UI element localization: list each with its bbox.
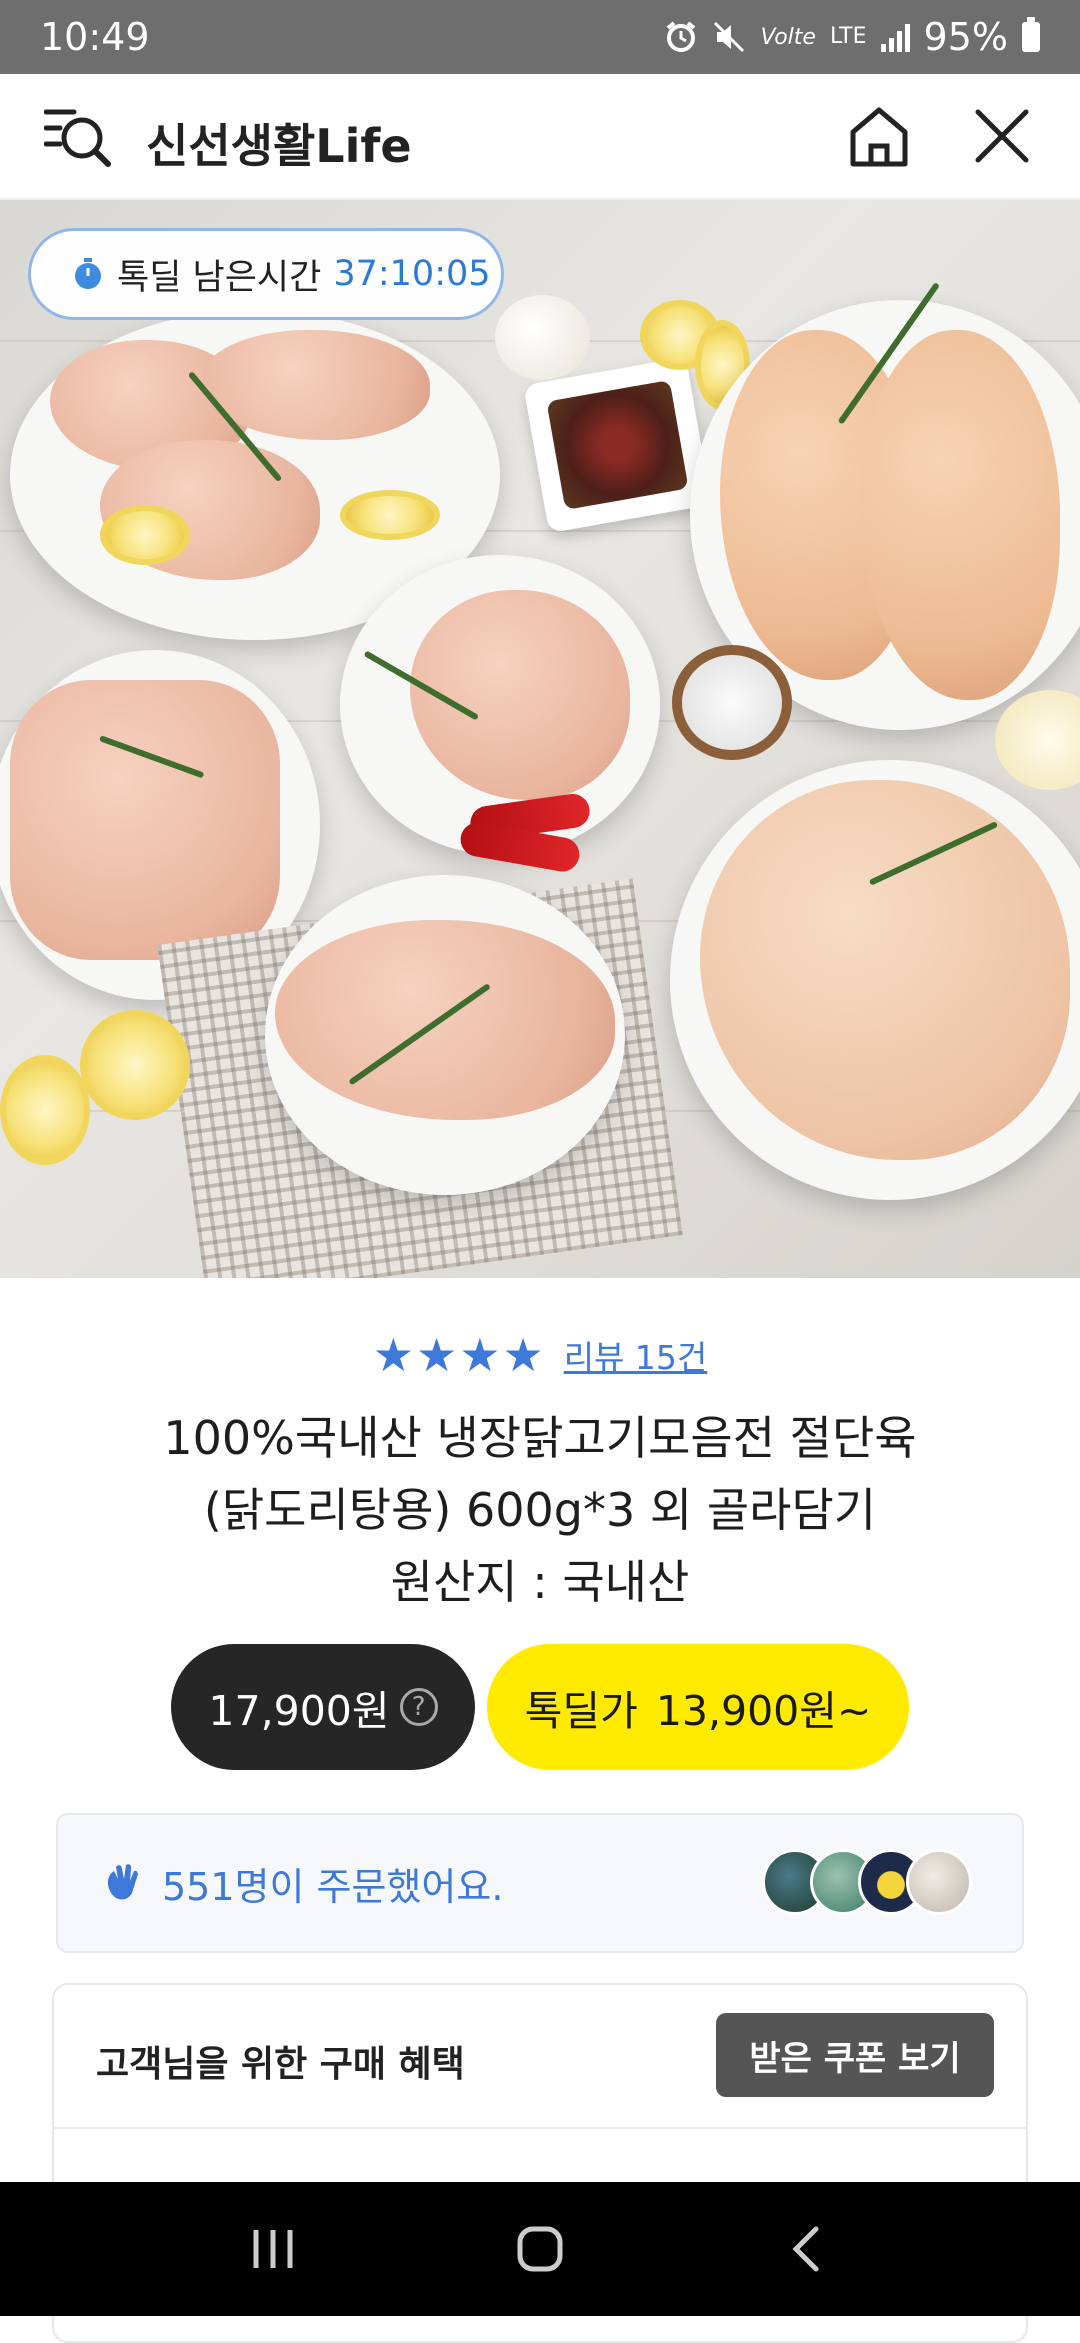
order-count-card: 551명이 주문했어요. — [56, 1813, 1024, 1953]
timer-value: 37:10:05 — [333, 254, 491, 294]
back-icon — [792, 2226, 819, 2272]
status-icons: Volte LTE 95% — [664, 15, 1040, 59]
buyer-avatars — [762, 1849, 972, 1915]
normal-price-button[interactable]: 17,900원 ? — [171, 1644, 475, 1770]
product-title: 100%국내산 냉장닭고기모음전 절단육 (닭도리탕용) 600g*3 외 골라… — [60, 1402, 1020, 1618]
status-bar: 10:49 Volte LTE 95% — [0, 0, 1080, 74]
app-header: 신선생활Life — [0, 74, 1080, 200]
product-image[interactable] — [0, 200, 1080, 1278]
price-row: 17,900원 ? 톡딜가 13,900원~ — [0, 1644, 1080, 1770]
home-nav-icon — [517, 2226, 563, 2272]
deal-price-button[interactable]: 톡딜가 13,900원~ — [487, 1644, 909, 1770]
signal-icon — [880, 22, 910, 52]
recent-apps-button[interactable] — [233, 2214, 313, 2284]
stopwatch-icon — [75, 258, 101, 289]
battery-percent: 95% — [923, 15, 1008, 59]
rating-stars: ★★★★ — [372, 1328, 546, 1382]
benefit-title: 고객님을 위한 구매 혜택 — [96, 2044, 465, 2085]
back-button[interactable] — [767, 2214, 847, 2284]
lte-indicator: LTE — [829, 24, 867, 49]
system-navigation-bar — [0, 2182, 1080, 2316]
mute-icon — [714, 21, 745, 53]
status-time: 10:49 — [40, 15, 150, 59]
help-icon[interactable]: ? — [399, 1688, 438, 1726]
normal-price: 17,900원 — [208, 1687, 390, 1735]
product-origin: 원산지 : 국내산 — [390, 1555, 690, 1609]
volte-indicator: Volte — [760, 24, 816, 50]
product-title-line: 100%국내산 냉장닭고기모음전 절단육 — [163, 1411, 917, 1465]
review-link[interactable]: 리뷰 15건 — [564, 1331, 708, 1379]
alarm-icon — [667, 21, 696, 52]
deal-timer-badge: 톡딜 남은시간 37:10:05 — [28, 228, 504, 320]
battery-icon — [1022, 17, 1040, 52]
app-title: 신선생활Life — [146, 119, 412, 173]
divider — [54, 2127, 1026, 2129]
order-count-text: 551명이 주문했어요. — [162, 1864, 504, 1909]
deal-price: 13,900원~ — [655, 1687, 872, 1735]
recent-apps-icon — [253, 2230, 293, 2268]
menu-search-icon[interactable] — [44, 104, 114, 170]
avatar — [906, 1849, 972, 1915]
product-title-line: (닭도리탕용) 600g*3 외 골라담기 — [203, 1483, 877, 1537]
clap-hand-icon — [107, 1864, 138, 1900]
close-icon[interactable] — [972, 106, 1032, 166]
timer-label: 톡딜 남은시간 — [117, 257, 322, 298]
deal-label: 톡딜가 — [524, 1687, 638, 1735]
home-nav-button[interactable] — [500, 2214, 580, 2284]
rating-row: ★★★★ 리뷰 15건 — [0, 1328, 1080, 1382]
home-icon[interactable] — [848, 104, 910, 170]
view-coupons-button[interactable]: 받은 쿠폰 보기 — [716, 2013, 994, 2097]
